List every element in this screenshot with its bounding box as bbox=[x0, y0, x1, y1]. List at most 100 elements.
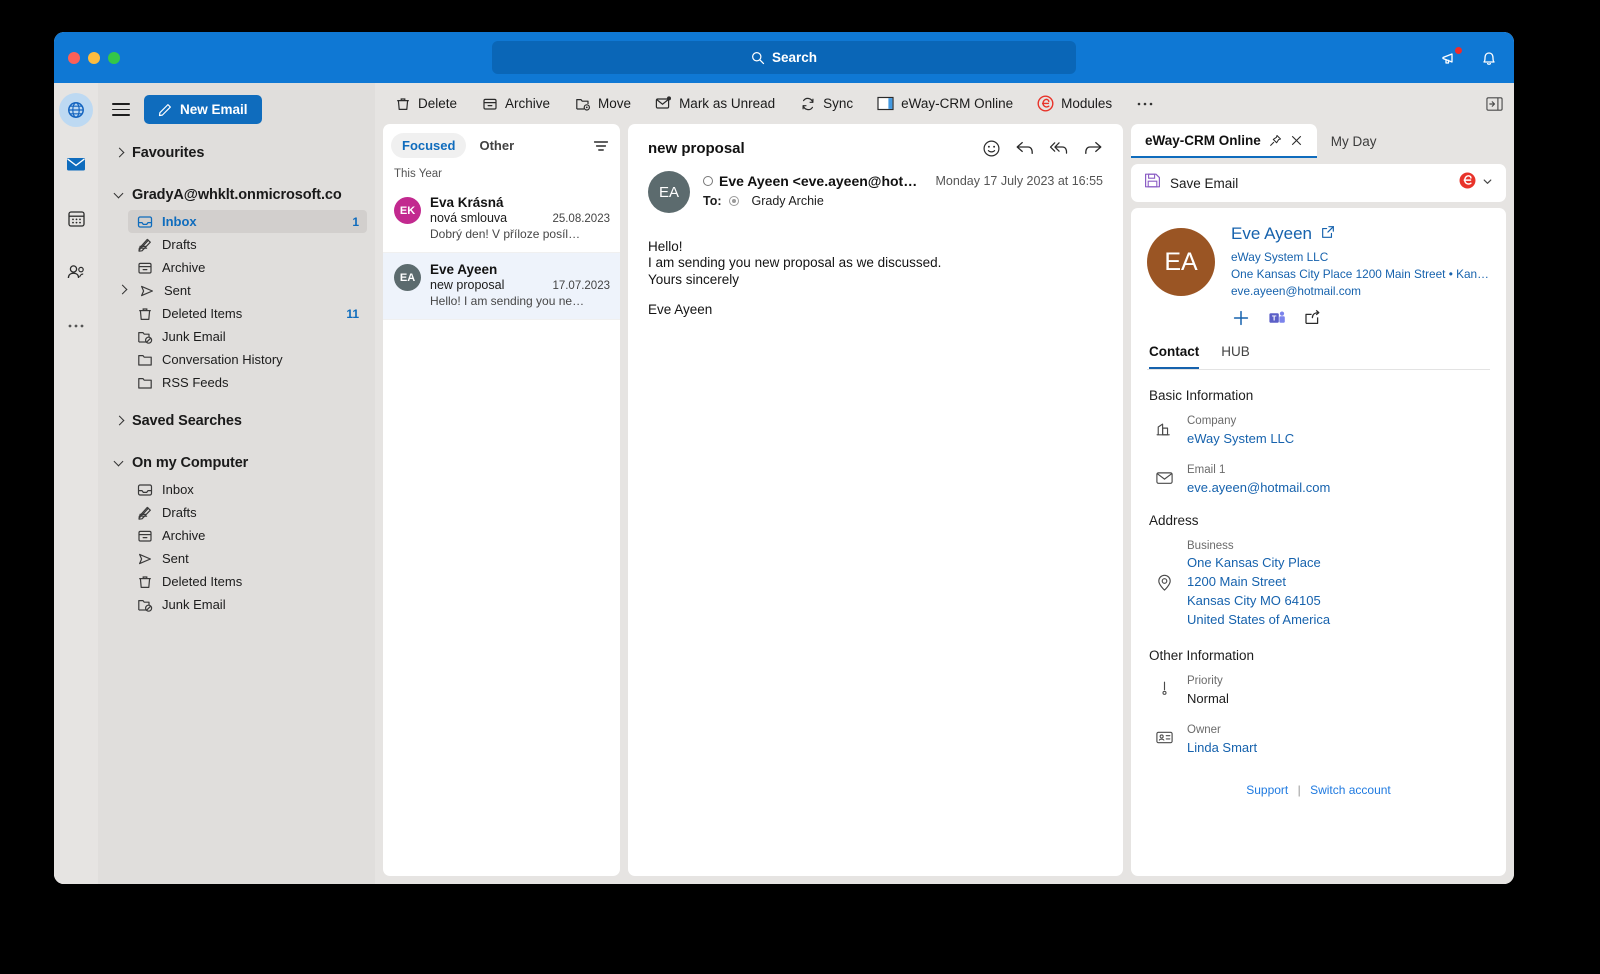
email-to-recipient[interactable]: Grady Archie bbox=[752, 194, 824, 208]
delete-button[interactable]: Delete bbox=[383, 89, 468, 118]
folder-item-local-deleted[interactable]: Deleted Items bbox=[128, 570, 367, 593]
contact-quick-actions: T bbox=[1231, 308, 1490, 327]
archive-button[interactable]: Archive bbox=[470, 89, 561, 118]
teams-icon[interactable]: T bbox=[1267, 308, 1286, 327]
floppy-disk-icon bbox=[1144, 172, 1161, 194]
window-body: New Email Favourites GradyA@whklt.onmicr… bbox=[54, 83, 1514, 884]
minimize-window-button[interactable] bbox=[88, 51, 100, 64]
field-value[interactable]: eve.ayeen@hotmail.com bbox=[1187, 480, 1490, 495]
eway-crm-online-button[interactable]: eWay-CRM Online bbox=[866, 89, 1024, 118]
folder-item-archive[interactable]: Archive bbox=[128, 256, 367, 279]
tab-hub[interactable]: HUB bbox=[1221, 344, 1250, 369]
maximize-window-button[interactable] bbox=[108, 51, 120, 64]
support-link[interactable]: Support bbox=[1246, 783, 1288, 797]
search-input[interactable]: Search bbox=[492, 41, 1076, 74]
folder-item-local-inbox[interactable]: Inbox bbox=[128, 478, 367, 501]
main-area: Delete Archive Move Mark as Unread Sync … bbox=[375, 83, 1514, 884]
panel-expand-icon bbox=[1486, 95, 1503, 112]
eway-logo-icon[interactable] bbox=[1458, 171, 1477, 195]
field-value[interactable]: Linda Smart bbox=[1187, 740, 1490, 755]
mail-unread-icon bbox=[655, 95, 672, 112]
folder-item-local-sent[interactable]: Sent bbox=[128, 547, 367, 570]
forward-icon[interactable] bbox=[1083, 138, 1103, 158]
tab-other[interactable]: Other bbox=[468, 133, 525, 158]
presence-indicator-icon bbox=[703, 176, 713, 186]
sidebar-item-globe[interactable] bbox=[59, 93, 93, 127]
megaphone-icon[interactable] bbox=[1440, 45, 1463, 69]
chevron-down-icon[interactable] bbox=[1482, 174, 1493, 192]
open-external-icon[interactable] bbox=[1321, 224, 1335, 244]
message-list-item[interactable]: EK Eva Krásná nová smlouva 25.08.2023 Do… bbox=[383, 186, 620, 253]
message-list-item[interactable]: EA Eve Ayeen new proposal 17.07.2023 Hel… bbox=[383, 253, 620, 320]
folder-item-conversation-history[interactable]: Conversation History bbox=[128, 348, 367, 371]
folder-item-junk[interactable]: Junk Email bbox=[128, 325, 367, 348]
contact-name-row: Eve Ayeen bbox=[1231, 224, 1490, 244]
toolbar-overflow-button[interactable] bbox=[1125, 89, 1164, 118]
message-subject: new proposal bbox=[430, 278, 505, 292]
address-line[interactable]: Kansas City MO 64105 bbox=[1187, 592, 1490, 611]
bell-icon[interactable] bbox=[1478, 47, 1500, 69]
field-value[interactable]: eWay System LLC bbox=[1187, 431, 1490, 446]
share-icon[interactable] bbox=[1303, 308, 1322, 327]
address-line[interactable]: 1200 Main Street bbox=[1187, 573, 1490, 592]
folder-item-drafts[interactable]: Drafts bbox=[128, 233, 367, 256]
folder-item-local-junk[interactable]: Junk Email bbox=[128, 593, 367, 616]
new-email-button[interactable]: New Email bbox=[144, 95, 262, 124]
mark-as-unread-button[interactable]: Mark as Unread bbox=[644, 89, 786, 118]
crm-footer: Support | Switch account bbox=[1147, 769, 1490, 809]
folder-item-local-drafts[interactable]: Drafts bbox=[128, 501, 367, 524]
email-body: Hello! I am sending you new proposal as … bbox=[648, 239, 1103, 319]
folder-group-saved-searches[interactable]: Saved Searches bbox=[98, 406, 375, 436]
email-sender-address[interactable]: Eve Ayeen <eve.ayeen@hotm… bbox=[719, 173, 922, 189]
sidebar-item-mail[interactable] bbox=[59, 147, 93, 181]
move-button[interactable]: Move bbox=[563, 89, 642, 118]
add-icon[interactable] bbox=[1231, 308, 1250, 327]
reading-pane-header: new proposal bbox=[648, 138, 1103, 158]
folder-item-sent[interactable]: Sent bbox=[128, 279, 367, 302]
address-line[interactable]: United States of America bbox=[1187, 611, 1490, 630]
sidebar-top: New Email bbox=[98, 83, 375, 134]
trash-icon bbox=[136, 305, 153, 322]
folder-group-on-my-computer[interactable]: On my Computer bbox=[98, 448, 375, 478]
hamburger-menu-icon[interactable] bbox=[112, 103, 130, 116]
eway-crm-panel: eWay-CRM Online My Day Save Email EA Eve… bbox=[1131, 124, 1506, 876]
pin-icon[interactable] bbox=[1269, 134, 1282, 147]
folder-group-account[interactable]: GradyA@whklt.onmicrosoft.co bbox=[98, 180, 375, 210]
field-label: Owner bbox=[1187, 723, 1221, 736]
save-email-label[interactable]: Save Email bbox=[1170, 176, 1238, 191]
outlook-window: Search New Email Favourites GradyA@whklt… bbox=[54, 32, 1514, 884]
field-label: Priority bbox=[1187, 674, 1223, 687]
sidebar-item-people[interactable] bbox=[59, 255, 93, 289]
tab-eway-crm-online[interactable]: eWay-CRM Online bbox=[1131, 124, 1317, 158]
folder-group-favourites[interactable]: Favourites bbox=[98, 138, 375, 168]
folder-group-label: On my Computer bbox=[132, 455, 249, 471]
switch-account-link[interactable]: Switch account bbox=[1310, 783, 1391, 797]
command-toolbar: Delete Archive Move Mark as Unread Sync … bbox=[375, 83, 1514, 124]
folder-item-local-archive[interactable]: Archive bbox=[128, 524, 367, 547]
close-window-button[interactable] bbox=[68, 51, 80, 64]
toggle-reading-pane-button[interactable] bbox=[1475, 89, 1514, 118]
react-emoji-icon[interactable] bbox=[981, 138, 1001, 158]
sync-button[interactable]: Sync bbox=[788, 89, 864, 118]
tab-focused[interactable]: Focused bbox=[391, 133, 467, 158]
modules-button[interactable]: Modules bbox=[1026, 89, 1123, 118]
window-controls[interactable] bbox=[54, 51, 120, 64]
folder-item-inbox[interactable]: Inbox 1 bbox=[128, 210, 367, 233]
tab-my-day[interactable]: My Day bbox=[1317, 124, 1391, 158]
address-line[interactable]: One Kansas City Place bbox=[1187, 554, 1490, 573]
chevron-right-icon[interactable] bbox=[117, 285, 128, 296]
new-email-label: New Email bbox=[180, 102, 248, 117]
sidebar-item-more[interactable] bbox=[59, 309, 93, 343]
reply-icon[interactable] bbox=[1015, 138, 1035, 158]
folder-item-deleted[interactable]: Deleted Items 11 bbox=[128, 302, 367, 325]
folder-label: Archive bbox=[162, 260, 206, 275]
sidebar-item-calendar[interactable] bbox=[59, 201, 93, 235]
filter-icon[interactable] bbox=[592, 137, 610, 155]
more-icon bbox=[1136, 95, 1153, 112]
reply-all-icon[interactable] bbox=[1049, 138, 1069, 158]
folder-item-rss-feeds[interactable]: RSS Feeds bbox=[128, 371, 367, 394]
contact-name[interactable]: Eve Ayeen bbox=[1231, 224, 1312, 244]
folder-tree[interactable]: Favourites GradyA@whklt.onmicrosoft.co I… bbox=[98, 134, 375, 876]
tab-contact[interactable]: Contact bbox=[1149, 344, 1200, 370]
close-icon[interactable] bbox=[1290, 134, 1303, 147]
